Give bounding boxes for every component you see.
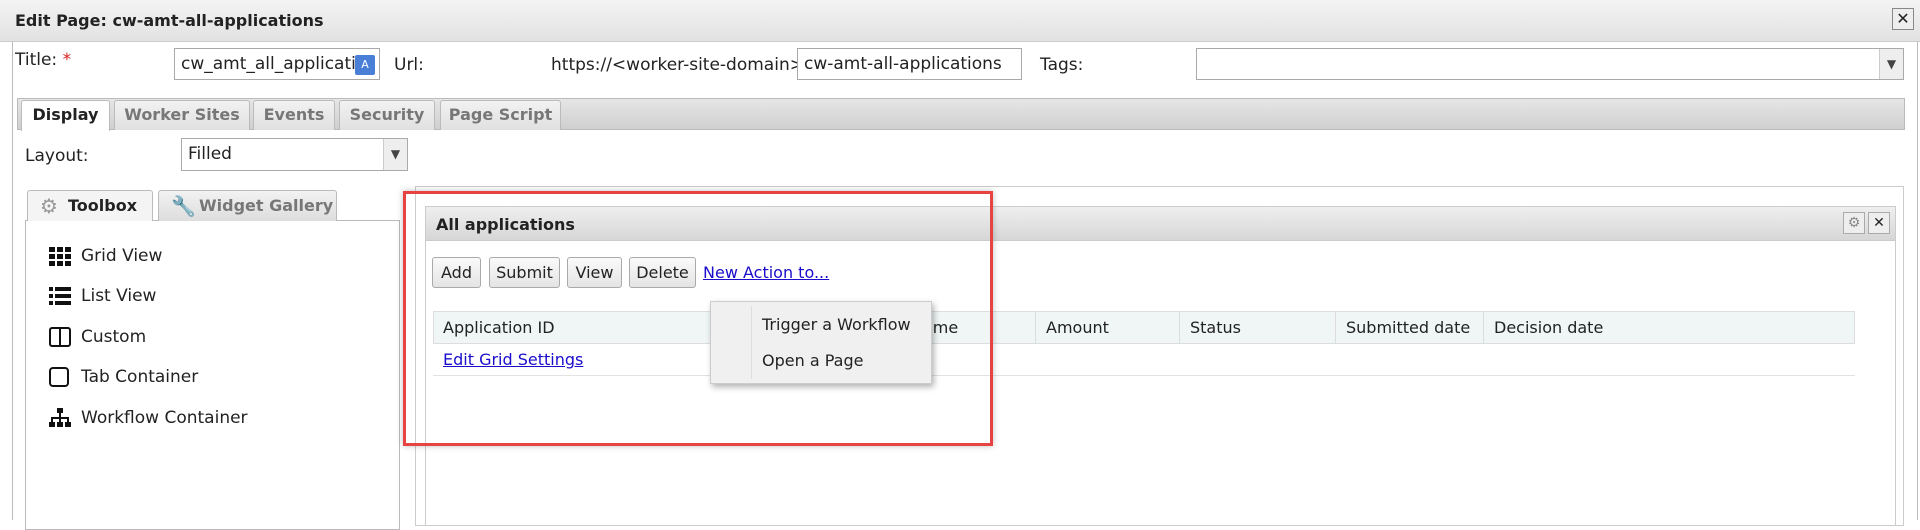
toolbox-item-list-view[interactable]: List View (49, 286, 156, 306)
tab-display[interactable]: Display (21, 100, 110, 131)
close-icon[interactable]: ✕ (1892, 8, 1914, 30)
tab-toolbox[interactable]: ⚙ Toolbox (27, 190, 153, 221)
url-label: Url: (394, 55, 424, 75)
chevron-down-icon: ▼ (1879, 49, 1903, 79)
item-label: List View (81, 286, 157, 306)
hierarchy-icon (49, 408, 71, 427)
url-input[interactable]: cw-amt-all-applications (797, 48, 1022, 80)
toolbox-item-tab-container[interactable]: Tab Container (49, 367, 198, 387)
gear-icon[interactable]: ⚙ (1843, 212, 1865, 234)
columns-icon (49, 327, 71, 347)
tags-label: Tags: (1040, 55, 1084, 75)
close-icon[interactable]: ✕ (1868, 212, 1890, 234)
tab-security[interactable]: Security (339, 100, 435, 130)
tags-select[interactable]: ▼ (1196, 48, 1904, 80)
highlight-box (403, 191, 993, 446)
item-label: Tab Container (81, 367, 199, 387)
item-label: Workflow Container (81, 408, 248, 428)
tab-widget-gallery[interactable]: 🔧 Widget Gallery (158, 190, 337, 221)
column-decision-date[interactable]: Decision date (1483, 311, 1855, 344)
list-icon (49, 287, 71, 305)
toolbox-item-workflow-container[interactable]: Workflow Container (49, 408, 248, 428)
tab-page-script[interactable]: Page Script (440, 100, 561, 130)
column-status[interactable]: Status (1179, 311, 1335, 344)
column-amount[interactable]: Amount (1035, 311, 1179, 344)
window-title: Edit Page: cw-amt-all-applications (15, 11, 324, 30)
tab-worker-sites[interactable]: Worker Sites (114, 100, 250, 130)
grid-icon (49, 247, 71, 266)
square-icon (49, 367, 69, 387)
tab-events[interactable]: Events (253, 100, 335, 130)
chevron-down-icon: ▼ (383, 139, 407, 170)
item-label: Custom (81, 327, 147, 347)
toolbox-item-custom[interactable]: Custom (49, 327, 146, 347)
column-submitted-date[interactable]: Submitted date (1335, 311, 1483, 344)
translate-icon[interactable]: A (355, 55, 375, 75)
wrench-icon: 🔧 (171, 194, 196, 218)
title-label: Title: * (15, 50, 72, 70)
toolbox-item-grid-view[interactable]: Grid View (49, 246, 162, 266)
window-titlebar: Edit Page: cw-amt-all-applications ✕ (0, 0, 1920, 42)
layout-select[interactable]: Filled ▼ (181, 138, 408, 171)
title-input[interactable]: cw_amt_all_applicati A (174, 48, 380, 80)
url-prefix: https://<worker-site-domain>/ (551, 55, 810, 75)
item-label: Grid View (81, 246, 163, 266)
gear-icon: ⚙ (40, 194, 58, 218)
layout-label: Layout: (25, 146, 89, 166)
